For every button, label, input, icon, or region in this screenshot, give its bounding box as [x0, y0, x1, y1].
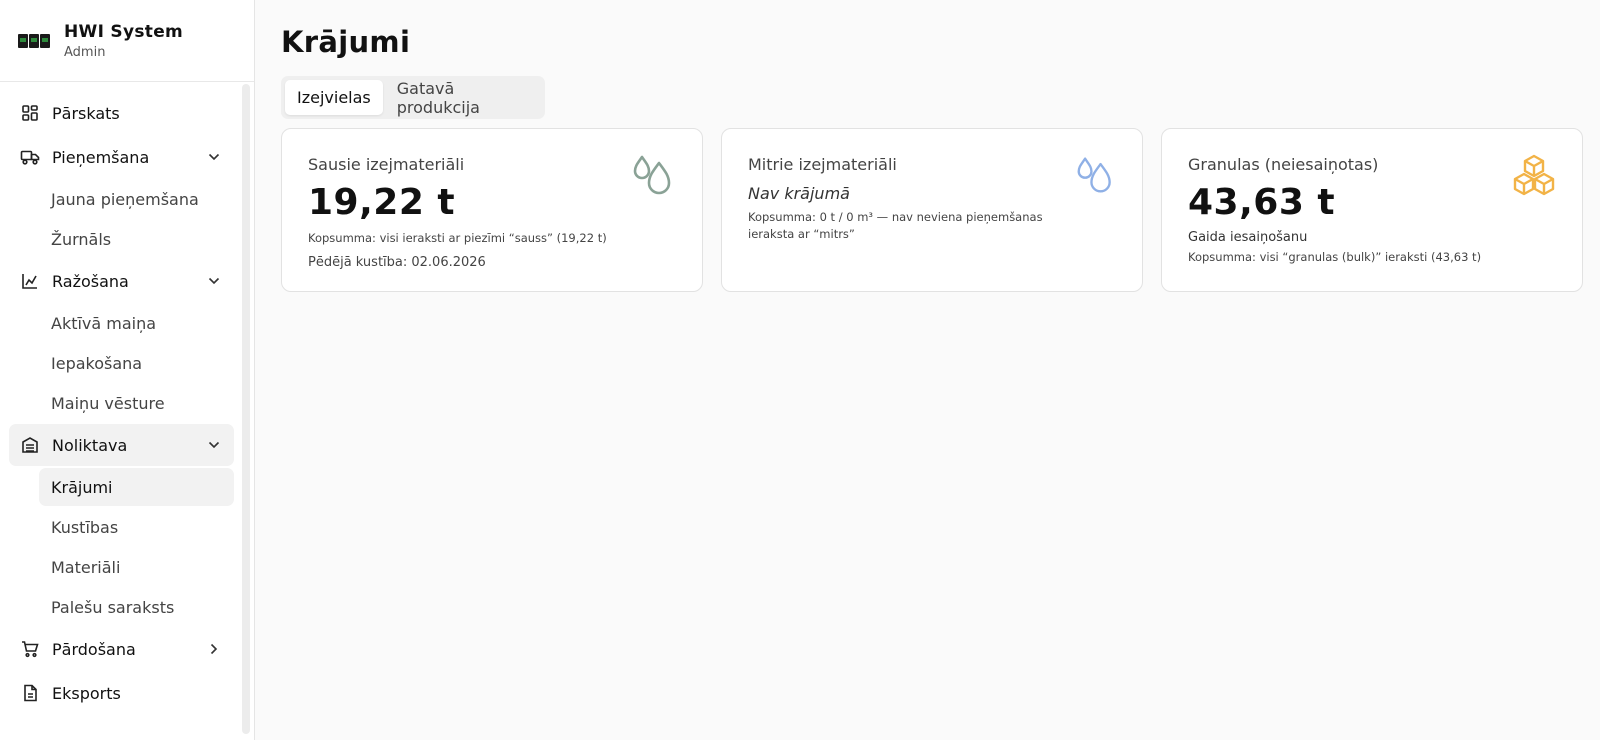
sidebar-item-export[interactable]: Eksports — [9, 672, 234, 714]
card-last-movement: Pēdējā kustība: 02.06.2026 — [308, 255, 486, 270]
brand-title: HWI System — [64, 21, 184, 42]
card-dry-materials: Sausie izejmateriāli 19,22 t Kopsumma: v… — [281, 128, 703, 292]
brand-header[interactable]: HWI System Admin — [0, 0, 254, 82]
sidebar-item-receiving[interactable]: Pieņemšana — [9, 136, 234, 178]
sidebar-scrollbar[interactable] — [242, 84, 250, 734]
warehouse-icon — [20, 435, 40, 455]
card-note: Kopsumma: 0 t / 0 m³ — nav neviena pieņe… — [748, 210, 1043, 241]
sidebar-subitem-materials[interactable]: Materiāli — [39, 548, 234, 586]
sidebar-subitem-packaging[interactable]: Iepakošana — [39, 344, 234, 382]
card-status: Gaida iesaiņošanu — [1188, 230, 1308, 245]
sidebar-subitem-new-receiving[interactable]: Jauna pieņemšana — [39, 180, 234, 218]
chevron-down-icon[interactable] — [206, 273, 222, 289]
main-content: Krājumi Izejvielas Gatavā produkcija Sau… — [281, 0, 1600, 740]
chart-icon — [20, 271, 40, 291]
chevron-down-icon[interactable] — [206, 437, 222, 453]
sidebar-item-label: Noliktava — [52, 435, 128, 455]
logo — [18, 33, 50, 48]
chevron-down-icon[interactable] — [206, 149, 222, 165]
card-note: Kopsumma: visi “granulas (bulk)” ierakst… — [1188, 250, 1482, 264]
chevron-right-icon[interactable] — [206, 641, 222, 657]
truck-icon — [20, 147, 40, 167]
sidebar-nav: Pārskats Pieņemšana Jauna pieņemšana Žur… — [0, 82, 240, 740]
file-icon — [20, 683, 40, 703]
boxes-icon — [1513, 154, 1555, 196]
card-granules: Granulas (neiesaiņotas) 43,63 t Gaida ie… — [1161, 128, 1583, 292]
page-title: Krājumi — [281, 25, 411, 59]
sidebar-item-label: Ražošana — [52, 271, 129, 291]
sidebar-item-label: Pārskats — [52, 103, 120, 123]
card-wet-materials: Mitrie izejmateriāli Nav krājumā Kopsumm… — [721, 128, 1143, 292]
sidebar-subitem-pallet-list[interactable]: Palešu saraksts — [39, 588, 234, 626]
droplets-icon — [1077, 157, 1111, 193]
tab-list: Izejvielas Gatavā produkcija — [281, 76, 545, 119]
sidebar-subitem-shift-history[interactable]: Maiņu vēsture — [39, 384, 234, 422]
sidebar-item-label: Eksports — [52, 683, 121, 703]
brand-subtitle: Admin — [64, 44, 106, 60]
sidebar-item-label: Pieņemšana — [52, 147, 150, 167]
sidebar: HWI System Admin Pārskats Pieņemšana Jau… — [0, 0, 255, 740]
sidebar-item-overview[interactable]: Pārskats — [9, 92, 234, 134]
sidebar-subitem-movements[interactable]: Kustības — [39, 508, 234, 546]
droplets-icon — [633, 155, 671, 195]
sidebar-subitem-active-shift[interactable]: Aktīvā maiņa — [39, 304, 234, 342]
dashboard-icon — [20, 103, 40, 123]
tab-finished-products[interactable]: Gatavā produkcija — [385, 79, 541, 117]
sidebar-item-label: Pārdošana — [52, 639, 136, 659]
cart-icon — [20, 639, 40, 659]
sidebar-item-sales[interactable]: Pārdošana — [9, 628, 234, 670]
sidebar-subitem-stock[interactable]: Krājumi — [39, 468, 234, 506]
sidebar-item-production[interactable]: Ražošana — [9, 260, 234, 302]
sidebar-subitem-journal[interactable]: Žurnāls — [39, 220, 234, 258]
stock-cards: Sausie izejmateriāli 19,22 t Kopsumma: v… — [281, 128, 1583, 292]
sidebar-item-warehouse[interactable]: Noliktava — [9, 424, 234, 466]
tab-raw-materials[interactable]: Izejvielas — [285, 80, 383, 115]
card-note: Kopsumma: visi ieraksti ar piezīmi “saus… — [308, 231, 607, 245]
